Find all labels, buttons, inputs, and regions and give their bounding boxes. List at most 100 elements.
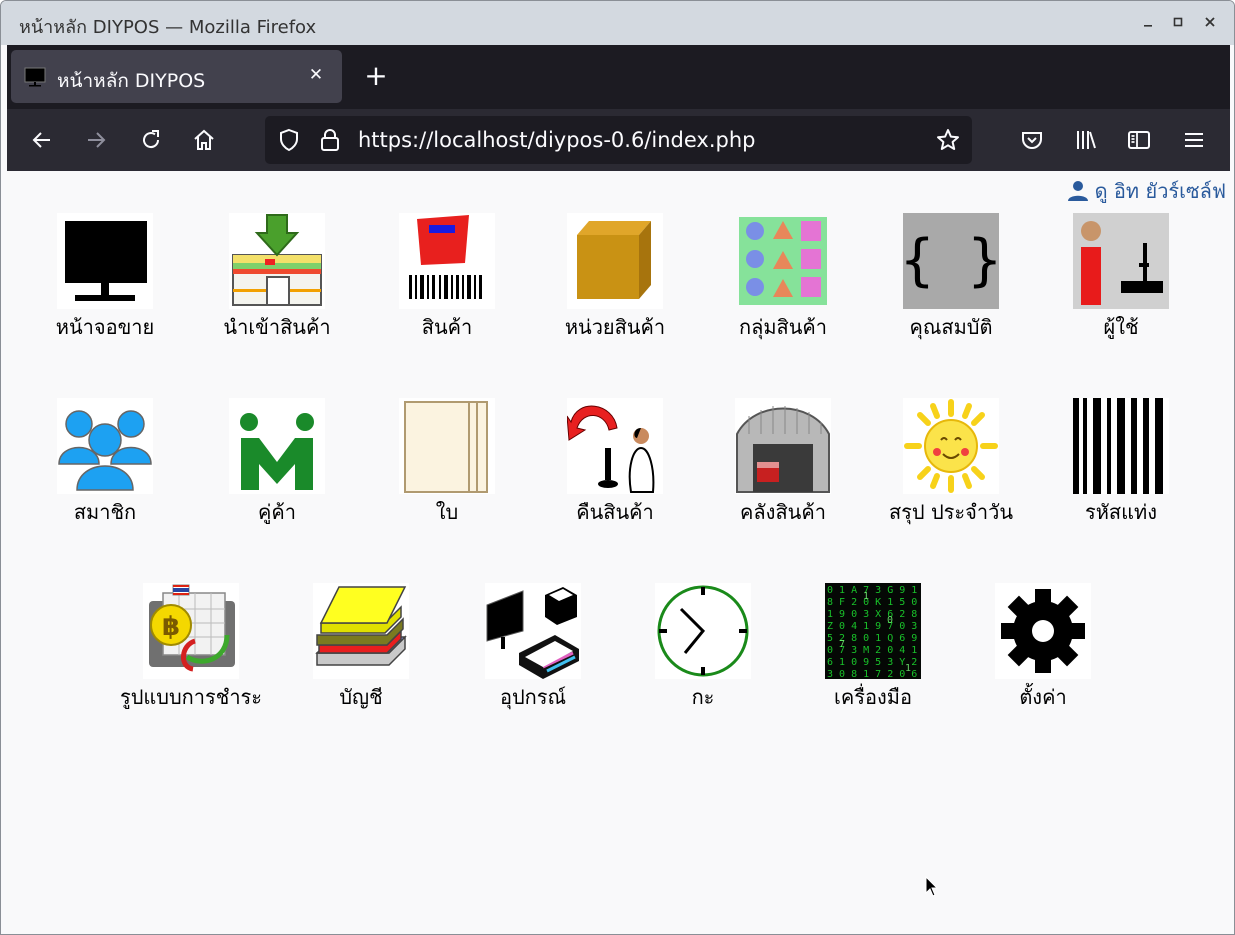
menu-label: ใบ — [435, 500, 459, 524]
menu-payment-methods[interactable]: ฿ รูปแบบการชำระ — [101, 583, 281, 713]
menu-partners[interactable]: คู่ค้า — [187, 398, 367, 528]
menu-label: หน่วยสินค้า — [564, 315, 666, 339]
menu-members[interactable]: สมาชิก — [15, 398, 195, 528]
store-import-icon — [229, 213, 325, 309]
partner-m-logo-icon — [229, 398, 325, 494]
sidebar-icon[interactable] — [1124, 125, 1154, 155]
menu-barcodes[interactable]: รหัสแท่ง — [1031, 398, 1211, 528]
menu-label: บัญชี — [339, 685, 383, 709]
menu-label: สินค้า — [421, 315, 473, 339]
menu-label: กลุ่มสินค้า — [738, 315, 828, 339]
shield-icon[interactable] — [277, 128, 301, 156]
menu-users[interactable]: ผู้ใช้ — [1031, 213, 1211, 343]
navigation-bar: https://localhost/diypos-0.6/index.php — [7, 109, 1230, 171]
svg-text:฿: ฿ — [162, 612, 180, 642]
menu-returns[interactable]: คืนสินค้า — [525, 398, 705, 528]
menu-label: เครื่องมือ — [834, 685, 912, 709]
menu-label: กะ — [691, 685, 715, 709]
svg-text:1: 1 — [905, 663, 911, 674]
menu-product-units[interactable]: หน่วยสินค้า — [525, 213, 705, 343]
shapes-group-icon — [739, 217, 827, 305]
tab-bar: หน้าหลัก DIYPOS ✕ + — [7, 45, 1230, 109]
svg-text:1: 1 — [863, 591, 869, 602]
close-window-icon[interactable] — [1199, 11, 1221, 33]
new-tab-icon[interactable]: + — [363, 61, 389, 91]
menu-devices[interactable]: อุปกรณ์ — [443, 583, 623, 713]
minimize-icon[interactable] — [1137, 11, 1159, 33]
svg-text:{ }: { } — [903, 228, 999, 293]
monitor-icon — [24, 67, 46, 87]
svg-text:1 9 0 3 X 6 2 8: 1 9 0 3 X 6 2 8 — [827, 609, 917, 620]
sun-icon — [903, 398, 999, 494]
menu-icon[interactable] — [1179, 125, 1209, 155]
menu-label: นำเข้าสินค้า — [223, 315, 331, 339]
menu-label: รูปแบบการชำระ — [119, 685, 263, 709]
menu-products[interactable]: สินค้า — [357, 213, 537, 343]
menu-label: หน้าจอขาย — [55, 315, 155, 339]
lock-icon[interactable] — [319, 128, 341, 156]
books-stack-icon — [313, 583, 409, 679]
gear-icon — [995, 583, 1091, 679]
svg-text:Z 0 4 1 9 7 0 3: Z 0 4 1 9 7 0 3 — [827, 621, 917, 632]
return-product-icon — [567, 398, 663, 494]
svg-text:6 1 0 9 5 3 Y 2: 6 1 0 9 5 3 Y 2 — [827, 657, 917, 668]
svg-text:3 0 8 1 7 2 0 6: 3 0 8 1 7 2 0 6 — [827, 669, 917, 679]
reload-icon[interactable] — [136, 125, 166, 155]
devices-icon — [485, 583, 581, 679]
url-bar[interactable]: https://localhost/diypos-0.6/index.php — [265, 116, 972, 164]
menu-label: สรุป ประจำวัน — [888, 500, 1014, 524]
svg-text:0: 0 — [887, 615, 893, 626]
menu-label: ผู้ใช้ — [1103, 315, 1139, 339]
title-bar: หน้าหลัก DIYPOS — Mozilla Firefox — [1, 1, 1234, 45]
page-content: ดู อิท ยัวร์เซล์ฟ หน้าจอขาย นำเข้าสินค้า… — [7, 171, 1230, 934]
menu-label: คลังสินค้า — [740, 500, 826, 524]
user-account-link[interactable]: ดู อิท ยัวร์เซล์ฟ — [1067, 175, 1226, 207]
menu-label: รหัสแท่ง — [1085, 500, 1157, 524]
library-icon[interactable] — [1071, 125, 1101, 155]
payment-baht-icon: ฿ — [143, 583, 239, 679]
menu-attributes[interactable]: { } คุณสมบัติ — [861, 213, 1041, 343]
menu-daily-summary[interactable]: สรุป ประจำวัน — [861, 398, 1041, 528]
bookmark-star-icon[interactable] — [936, 128, 960, 156]
user-name: ดู อิท ยัวร์เซล์ฟ — [1094, 179, 1226, 203]
window-title: หน้าหลัก DIYPOS — Mozilla Firefox — [19, 17, 317, 38]
warehouse-icon — [735, 398, 831, 494]
menu-settings[interactable]: ตั้งค่า — [953, 583, 1133, 713]
menu-import-products[interactable]: นำเข้าสินค้า — [187, 213, 367, 343]
maximize-icon[interactable] — [1167, 11, 1189, 33]
braces-icon: { } — [903, 213, 999, 309]
menu-warehouse[interactable]: คลังสินค้า — [693, 398, 873, 528]
pocket-icon[interactable] — [1017, 125, 1047, 155]
menu-label: คู่ค้า — [258, 500, 296, 524]
menu-shifts[interactable]: กะ — [613, 583, 793, 713]
url-text[interactable]: https://localhost/diypos-0.6/index.php — [358, 128, 755, 152]
matrix-code-icon: 0 1 A 7 3 G 9 1 8 F 2 0 K 1 5 0 1 9 0 3 … — [825, 583, 921, 679]
menu-label: อุปกรณ์ — [499, 685, 567, 709]
menu-label: คุณสมบัติ — [909, 315, 993, 339]
forward-icon[interactable] — [81, 125, 111, 155]
menu-label: สมาชิก — [73, 500, 137, 524]
close-tab-icon[interactable]: ✕ — [304, 63, 328, 87]
menu-tools[interactable]: 0 1 A 7 3 G 9 1 8 F 2 0 K 1 5 0 1 9 0 3 … — [783, 583, 963, 713]
browser-window: หน้าหลัก DIYPOS — Mozilla Firefox หน้าหล… — [0, 0, 1235, 935]
people-group-icon — [57, 398, 153, 494]
tab-active[interactable]: หน้าหลัก DIYPOS ✕ — [11, 50, 342, 103]
back-icon[interactable] — [27, 125, 57, 155]
menu-product-groups[interactable]: กลุ่มสินค้า — [693, 213, 873, 343]
papers-icon — [399, 398, 495, 494]
menu-documents[interactable]: ใบ — [357, 398, 537, 528]
home-icon[interactable] — [189, 125, 219, 155]
clock-icon — [655, 583, 751, 679]
menu-label: ตั้งค่า — [1019, 685, 1067, 709]
monitor-icon — [57, 213, 153, 309]
barcode-icon — [1073, 398, 1169, 494]
user-at-desk-icon — [1073, 213, 1169, 309]
product-bag-barcode-icon — [399, 213, 495, 309]
svg-text:0 1 A 7 3 G 9 1: 0 1 A 7 3 G 9 1 — [827, 585, 917, 596]
menu-accounts[interactable]: บัญชี — [271, 583, 451, 713]
mouse-cursor-icon — [925, 876, 939, 897]
svg-text:7: 7 — [839, 639, 845, 650]
box-icon — [567, 213, 663, 309]
menu-sales-screen[interactable]: หน้าจอขาย — [15, 213, 195, 343]
menu-label: คืนสินค้า — [576, 500, 654, 524]
